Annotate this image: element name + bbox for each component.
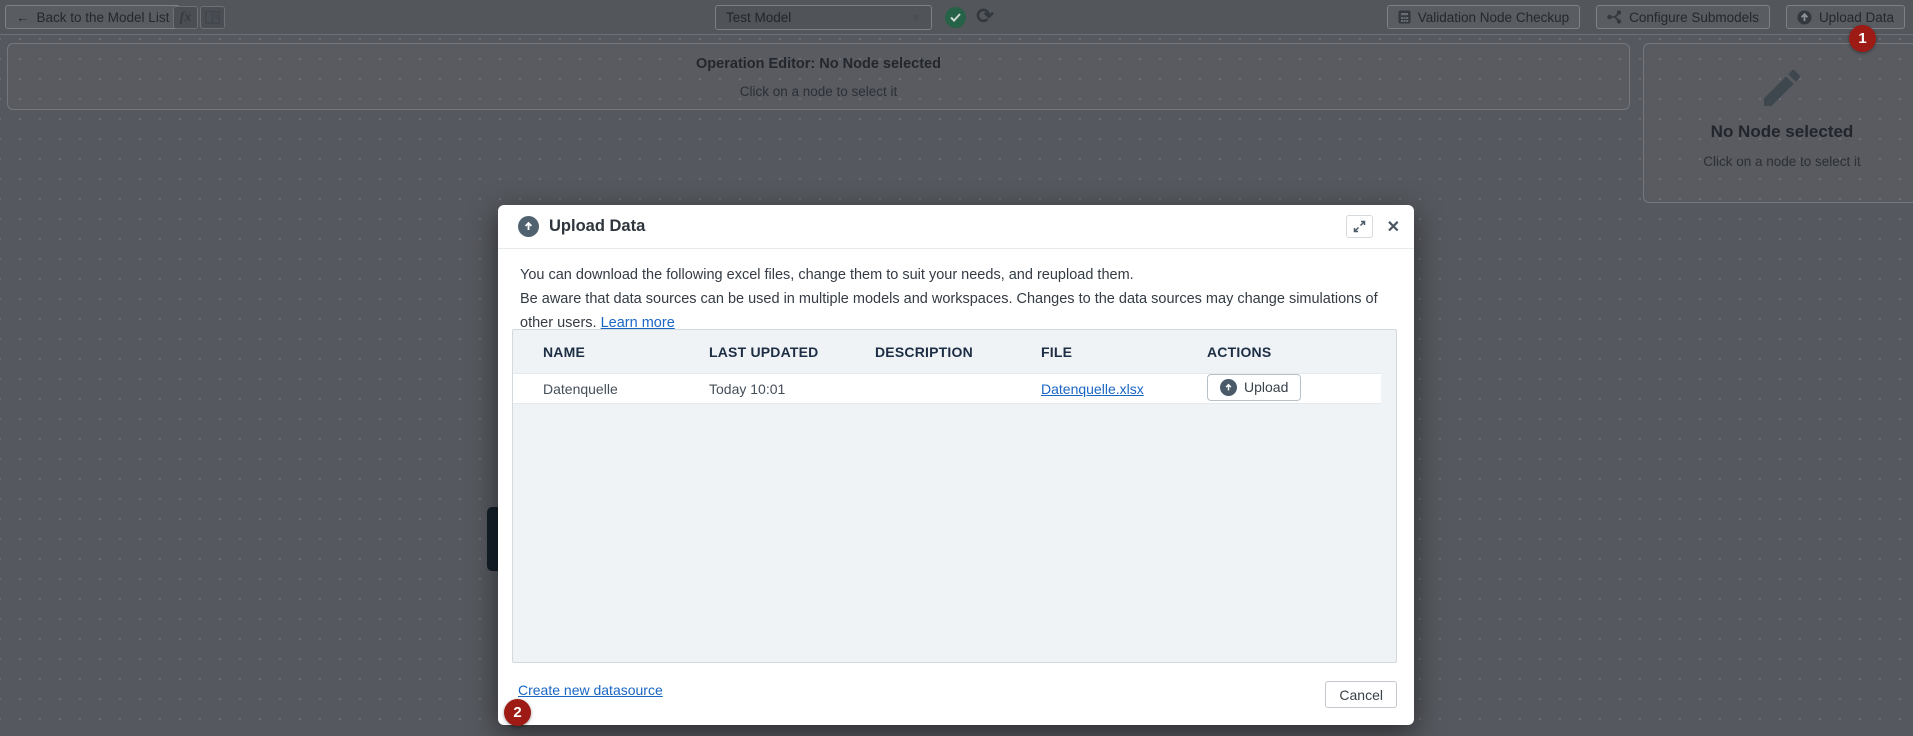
top-toolbar: ← Back to the Model List fx Test Model ▼… [0,0,1913,35]
operation-editor-title: Operation Editor: No Node selected [8,56,1629,72]
cell-last-updated: Today 10:01 [679,381,845,397]
configure-button-label: Configure Submodels [1629,10,1759,25]
create-new-datasource-link[interactable]: Create new datasource [518,682,663,698]
cell-actions: Upload [1177,374,1381,401]
formula-fx-button[interactable]: fx [173,6,198,29]
node-panel-hint: Click on a node to select it [1644,154,1913,169]
modal-description: You can download the following excel fil… [498,249,1414,335]
upload-data-button[interactable]: Upload Data [1786,5,1905,29]
model-select-dropdown[interactable]: Test Model ▼ [715,5,932,30]
cell-file: Datenquelle.xlsx [1011,381,1177,397]
chevron-down-icon: ▼ [910,12,921,24]
panel-layout-icon [205,11,220,24]
back-to-model-list-button[interactable]: ← Back to the Model List [5,5,180,29]
table-row: Datenquelle Today 10:01 Datenquelle.xlsx… [513,373,1381,404]
col-header-file: FILE [1011,344,1177,360]
annotation-badge-1: 1 [1849,25,1876,52]
datasource-table: NAME LAST UPDATED DESCRIPTION FILE ACTIO… [512,329,1397,663]
cell-name: Datenquelle [513,381,679,397]
submodel-branch-icon [1607,10,1622,24]
operation-editor-panel: Operation Editor: No Node selected Click… [7,43,1630,110]
row-upload-button-label: Upload [1244,379,1288,395]
table-header-row: NAME LAST UPDATED DESCRIPTION FILE ACTIO… [513,330,1396,373]
model-valid-check-icon [945,7,966,28]
side-panel-toggle-button[interactable] [200,6,225,29]
calculator-icon [1398,10,1411,24]
upload-data-button-label: Upload Data [1819,10,1894,25]
upload-circle-icon [1797,10,1812,25]
datasource-file-link[interactable]: Datenquelle.xlsx [1041,381,1144,397]
model-select-value: Test Model [726,10,791,25]
node-panel-title: No Node selected [1644,122,1913,142]
validation-node-checkup-button[interactable]: Validation Node Checkup [1387,5,1580,29]
description-line-2-wrap: Be aware that data sources can be used i… [520,287,1392,335]
configure-submodels-button[interactable]: Configure Submodels [1596,5,1770,29]
back-arrow-icon: ← [16,10,30,25]
annotation-badge-2: 2 [504,699,531,726]
pencil-edit-icon [1758,64,1806,112]
node-details-panel: No Node selected Click on a node to sele… [1643,43,1913,203]
back-button-label: Back to the Model List [37,10,170,25]
close-icon[interactable]: ✕ [1387,217,1400,237]
col-header-last-updated: LAST UPDATED [679,344,845,360]
col-header-description: DESCRIPTION [845,344,1011,360]
refresh-icon[interactable]: ⟳ [973,3,997,31]
description-line-1: You can download the following excel fil… [520,263,1392,287]
modal-header: Upload Data ✕ [498,205,1414,249]
row-upload-button[interactable]: Upload [1207,374,1301,401]
operation-editor-hint: Click on a node to select it [8,84,1629,99]
upload-modal-icon [518,216,539,237]
expand-modal-button[interactable] [1346,215,1373,238]
upload-arrow-icon [1220,379,1237,396]
fx-icon: fx [180,10,192,26]
col-header-actions: ACTIONS [1177,344,1396,360]
upload-data-modal: Upload Data ✕ You can download the follo… [498,205,1414,725]
validation-button-label: Validation Node Checkup [1418,10,1569,25]
modal-title: Upload Data [549,217,645,236]
col-header-name: NAME [513,344,679,360]
cancel-button[interactable]: Cancel [1325,681,1397,708]
